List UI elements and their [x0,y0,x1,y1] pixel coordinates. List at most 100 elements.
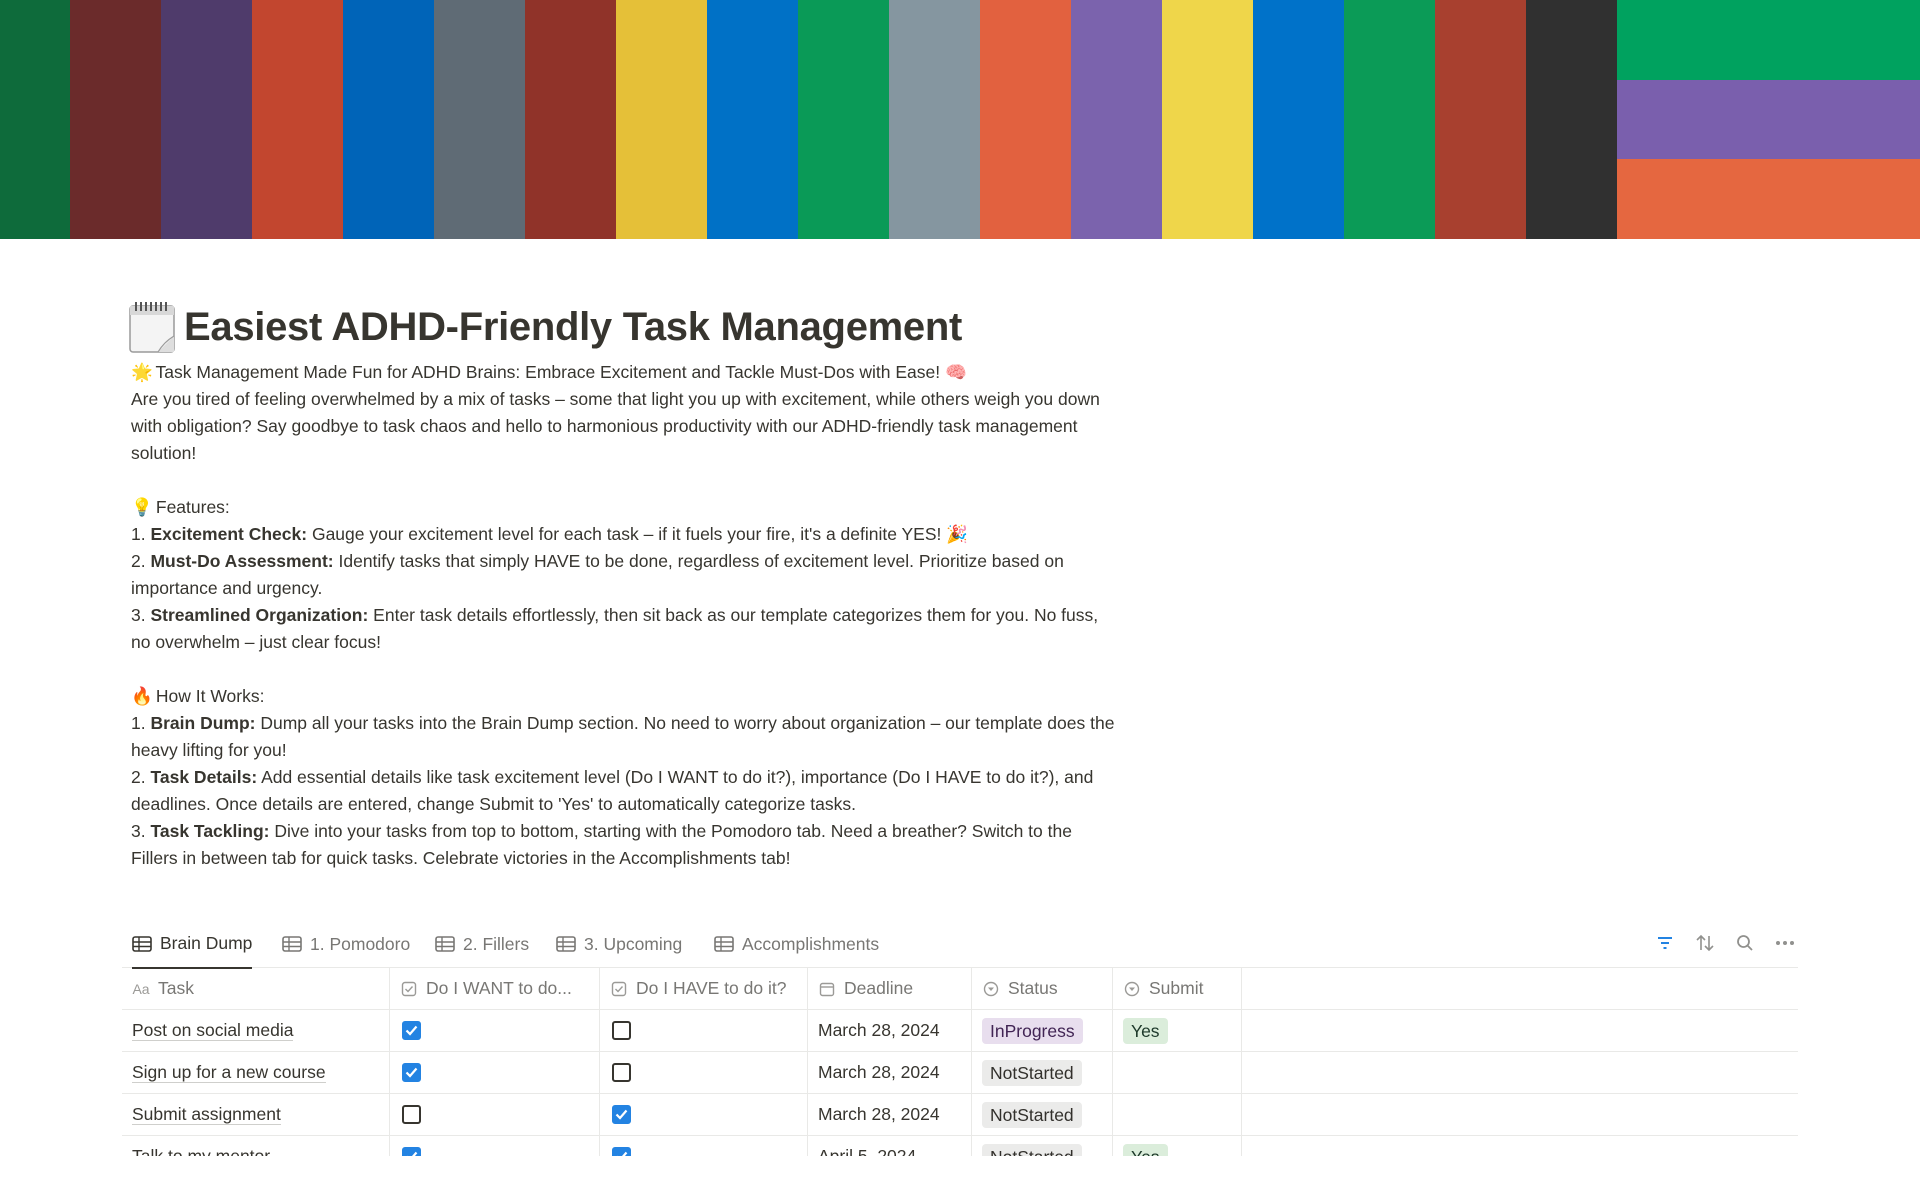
cover-stripe [1526,0,1617,239]
tab-brain-dump[interactable]: Brain Dump [132,920,253,969]
header-empty [1242,968,1798,1009]
cell-empty [1242,1094,1798,1135]
text-property-icon: Aa [132,980,150,997]
cell-have [600,1094,808,1135]
cover-stripe [616,0,707,239]
cell-want [390,1010,600,1051]
table-icon [132,935,152,952]
cell-task[interactable]: Post on social media [122,1010,390,1051]
table-icon [435,936,455,952]
page-header: Easiest ADHD-Friendly Task Management [128,300,962,354]
table-row[interactable]: Post on social media March 28, 2024 InProg… [122,1010,1798,1052]
page-title: Easiest ADHD-Friendly Task Management [184,304,963,349]
cover-stripe [1344,0,1435,239]
header-task[interactable]: Aa Task [122,968,390,1009]
have-checkbox[interactable] [612,1021,631,1040]
cell-deadline[interactable]: March 28, 2024 [808,1010,972,1051]
task-title[interactable]: Sign up for a new course [132,1062,326,1083]
cover-stripe [1253,0,1344,239]
header-deadline[interactable]: Deadline [808,968,972,1009]
cell-submit[interactable]: Yes [1113,1010,1242,1051]
database-view-tabs: Brain Dump 1. Pomodoro 2. Fillers 3. Upc… [122,920,1798,969]
tab-label: Accomplishments [742,933,880,954]
how-item: 3. Task Tackling: Dive into your tasks f… [131,821,1072,868]
cell-have [600,1010,808,1051]
cover-stripe [798,0,889,239]
cell-want [390,1094,600,1135]
tab-label: 1. Pomodoro [310,933,411,954]
table-icon [556,936,576,952]
cover-stripe [980,0,1071,239]
fire-icon: 🔥 [131,686,153,706]
cell-task[interactable]: Sign up for a new course [122,1052,390,1093]
tab-accomplishments[interactable]: Accomplishments [714,920,879,968]
features-heading: 💡 Features: [131,494,1121,521]
cell-want [390,1052,600,1093]
cover-stripe [70,0,161,239]
cover-stripe [161,0,252,239]
how-item: 1. Brain Dump: Dump all your tasks into … [131,713,1115,760]
table-row[interactable]: Sign up for a new course March 28, 2024 No… [122,1052,1798,1094]
cover-stripe [707,0,798,239]
how-heading-text: How It Works: [155,686,265,706]
header-label: Do I HAVE to do it? [636,978,787,998]
tab-upcoming[interactable]: 3. Upcoming [556,920,682,968]
deadline-value: March 28, 2024 [818,1104,940,1124]
page-description: 🌟 Task Management Made Fun for ADHD Brai… [131,359,1121,872]
intro-line: 🌟 Task Management Made Fun for ADHD Brai… [131,359,1121,386]
cell-task[interactable]: Submit assignment [122,1094,390,1135]
table-icon [282,936,302,952]
want-checkbox[interactable] [402,1021,421,1040]
cover-stripe [525,0,616,239]
header-status[interactable]: Status [972,968,1113,1009]
feature-item: 3. Streamlined Organization: Enter task … [131,605,1099,652]
checkbox-property-icon [610,980,628,998]
tab-pomodoro[interactable]: 1. Pomodoro [282,920,410,968]
header-want[interactable]: Do I WANT to do... [390,968,600,1009]
cell-status[interactable]: InProgress [972,1010,1113,1051]
cover-stripe-segment [1617,0,1920,80]
how-item: 2. Task Details: Add essential details l… [131,767,1094,814]
task-title[interactable]: Submit assignment [132,1104,281,1125]
cell-deadline[interactable]: March 28, 2024 [808,1094,972,1135]
want-checkbox[interactable] [402,1105,421,1124]
page-bottom-edge [0,1156,1920,1199]
header-submit[interactable]: Submit [1113,968,1242,1009]
lightbulb-icon: 💡 [131,497,153,517]
filter-icon[interactable] [1652,930,1678,956]
feature-item: 1. Excitement Check: Gauge your exciteme… [131,521,1121,548]
cell-empty [1242,1052,1798,1093]
task-title[interactable]: Post on social media [132,1020,294,1041]
want-checkbox[interactable] [402,1063,421,1082]
cover-stripe [252,0,343,239]
table-row[interactable]: Submit assignment March 28, 2024 NotStarte… [122,1094,1798,1136]
header-label: Task [158,978,194,998]
have-checkbox[interactable] [612,1105,631,1124]
cover-stripe-segment [1617,79,1920,160]
table-icon [714,936,734,952]
cell-submit[interactable] [1113,1094,1242,1135]
header-have[interactable]: Do I HAVE to do it? [600,968,808,1009]
cell-empty [1242,1010,1798,1051]
calendar-property-icon [818,980,836,998]
cell-submit[interactable] [1113,1052,1242,1093]
features-heading-text: Features: [155,497,230,517]
status-badge: NotStarted [982,1101,1082,1128]
header-label: Submit [1149,978,1204,998]
cell-status[interactable]: NotStarted [972,1094,1113,1135]
how-heading: 🔥 How It Works: [131,683,1121,710]
tab-label: Brain Dump [160,933,253,953]
cover-image [0,0,1920,239]
cell-deadline[interactable]: March 28, 2024 [808,1052,972,1093]
search-icon[interactable] [1732,930,1758,956]
cover-stripe [343,0,434,239]
brain-icon: 🧠 [945,362,967,382]
cell-status[interactable]: NotStarted [972,1052,1113,1093]
more-options-icon[interactable] [1772,930,1798,956]
have-checkbox[interactable] [612,1063,631,1082]
intro-text: Task Management Made Fun for ADHD Brains… [155,362,941,382]
cover-stripe [1162,0,1253,239]
cover-stripe [0,0,70,239]
tab-fillers[interactable]: 2. Fillers [435,920,529,968]
sort-icon[interactable] [1692,930,1718,956]
